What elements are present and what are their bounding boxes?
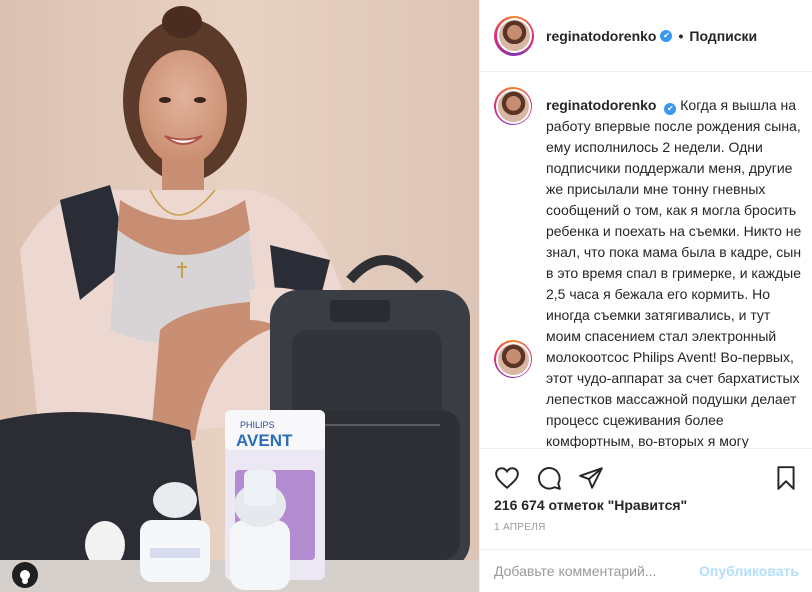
photo-brand-text: PHILIPS [240,420,275,430]
comment-bar: Опубликовать [480,549,812,592]
heart-icon[interactable] [494,465,520,491]
verified-badge-icon: ✔ [660,29,673,42]
caption-username[interactable]: reginatodorenko [546,97,656,113]
publish-button[interactable]: Опубликовать [699,563,799,579]
caption: reginatodorenko ✔ Когда я вышла на работ… [546,95,808,448]
share-icon[interactable] [578,465,604,491]
post-actions [480,448,812,504]
comment-icon[interactable] [536,465,562,491]
following-button[interactable]: Подписки [689,28,757,44]
photo-product-text: AVENT [236,431,293,450]
post-header: reginatodorenko ✔ • Подписки [480,0,812,72]
header-separator: • [678,27,684,44]
avatar-image [497,343,529,375]
avatar-image [497,90,529,122]
post-date[interactable]: 1 апреля [494,522,546,533]
header-avatar[interactable] [494,15,534,56]
user-tag-icon[interactable] [12,562,38,588]
post-photo[interactable]: PHILIPS AVENT [0,0,479,592]
header-username[interactable]: reginatodorenko [546,28,656,44]
post-side-panel: reginatodorenko ✔ • Подписки reginatodor… [479,0,812,592]
verified-badge-icon: ✔ [664,102,677,115]
comment-avatar[interactable] [494,340,532,378]
avatar-image [498,20,530,51]
photo-illustration: PHILIPS AVENT [0,0,479,592]
likes-count[interactable]: 216 674 отметок "Нравится" [494,497,687,513]
instagram-post: PHILIPS AVENT reginatodorenko ✔ • Подпис… [0,0,812,592]
caption-text: Когда я вышла на работу впервые после ро… [546,97,802,448]
comment-input[interactable] [494,563,700,579]
caption-avatar[interactable] [494,87,532,125]
caption-scroll-area[interactable]: reginatodorenko ✔ Когда я вышла на работ… [480,73,812,448]
bookmark-icon[interactable] [773,465,799,491]
